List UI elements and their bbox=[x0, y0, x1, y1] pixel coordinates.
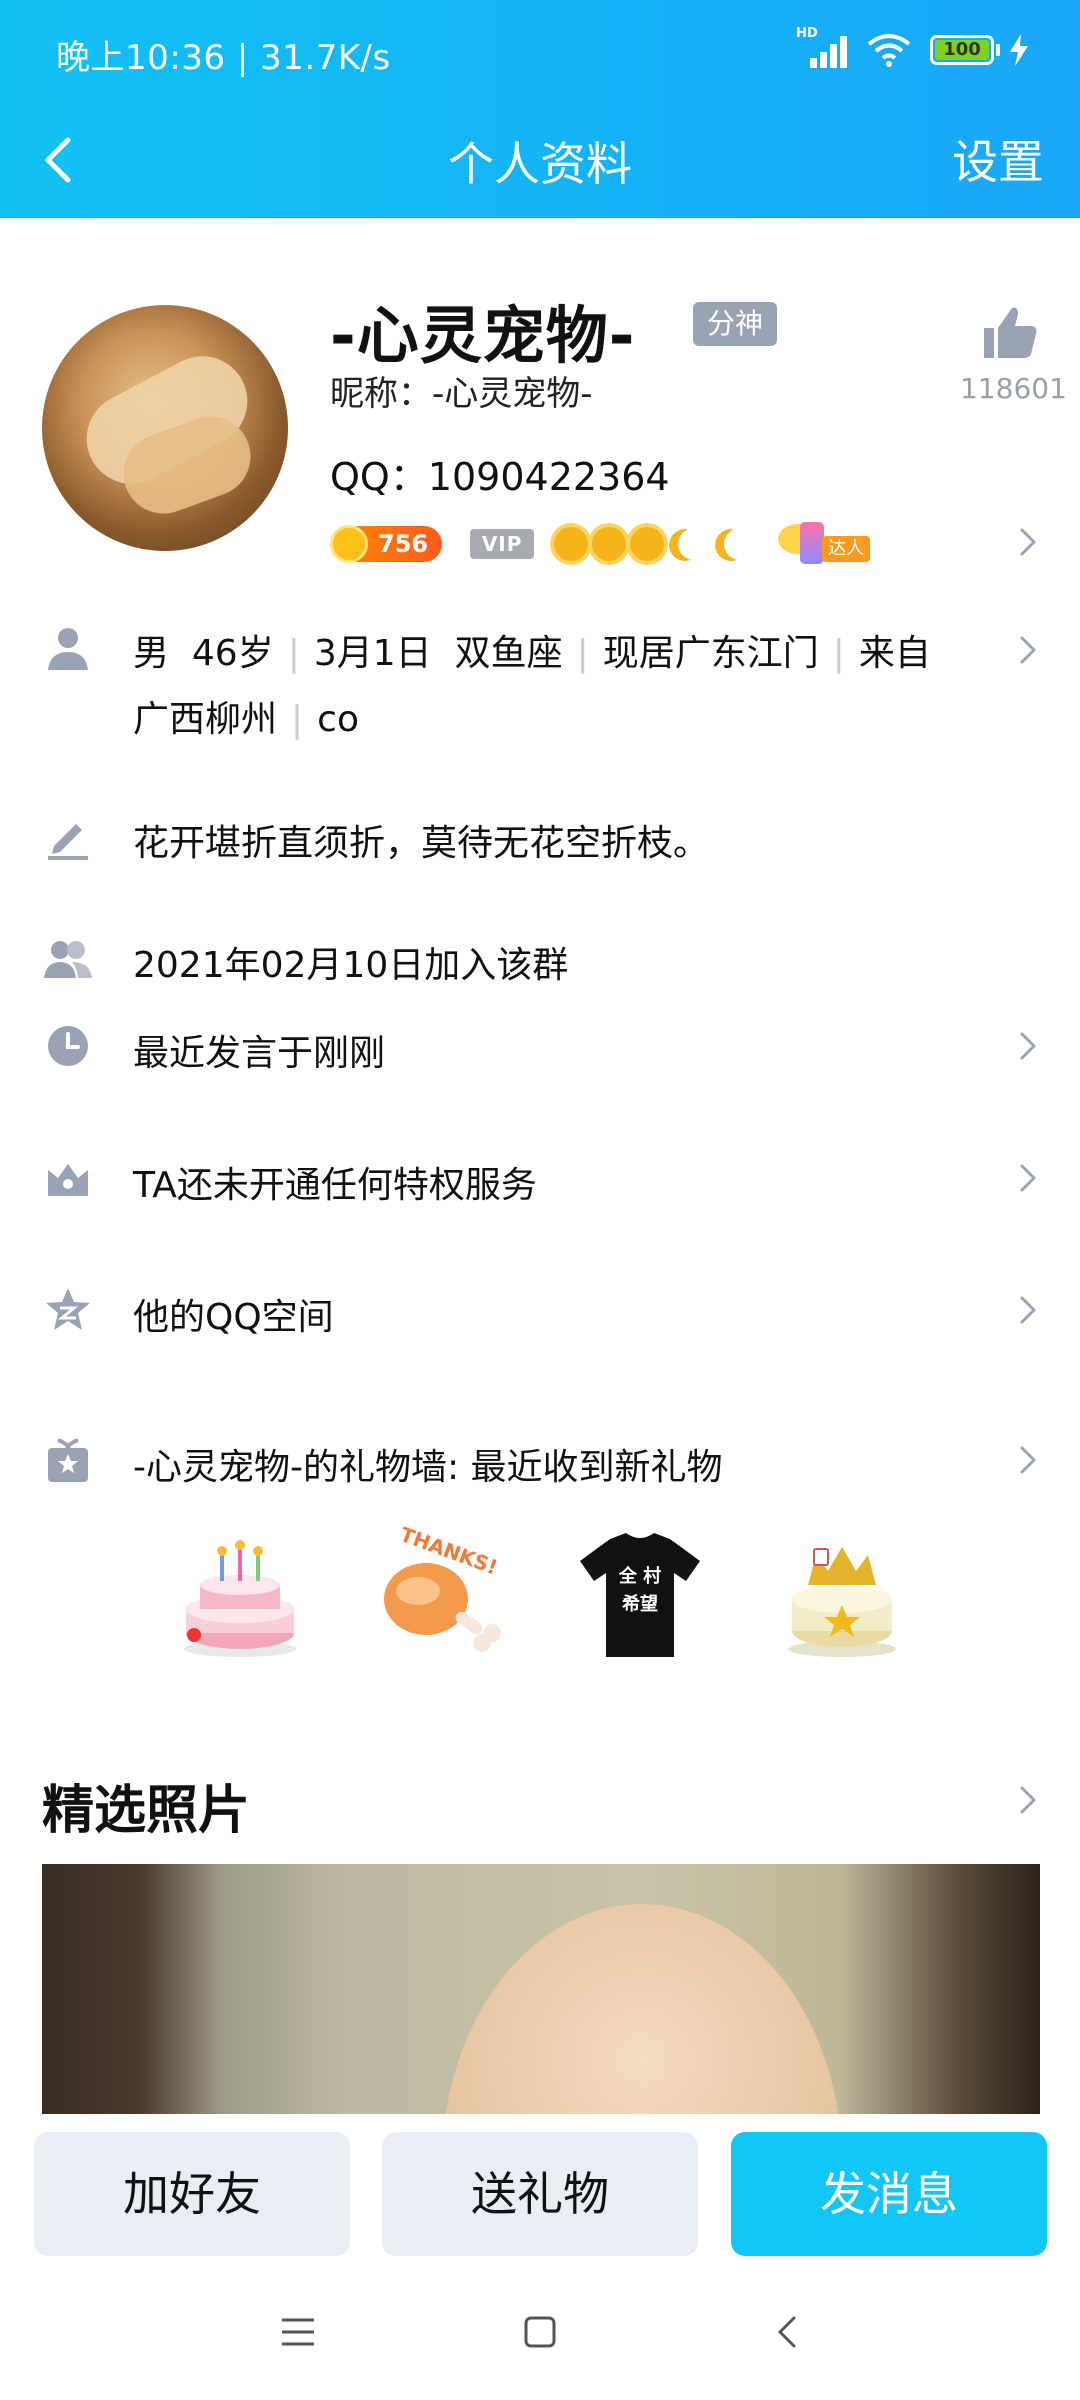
chevron-right-icon[interactable] bbox=[1014, 630, 1042, 670]
crown-icon bbox=[48, 1164, 88, 1196]
chevron-right-icon[interactable] bbox=[1014, 1290, 1042, 1330]
tshirt-gift[interactable]: 全 村 希望 bbox=[570, 1525, 710, 1665]
expert-badge: 达人 bbox=[778, 522, 874, 566]
person-icon bbox=[48, 628, 88, 670]
signature: 花开堪折直须折，莫待无花空折枝。 bbox=[133, 823, 710, 864]
send-message-button[interactable]: 发消息 bbox=[731, 2132, 1047, 2256]
chevron-right-icon[interactable] bbox=[1014, 522, 1042, 562]
sun-icon bbox=[554, 527, 589, 561]
chevron-right-icon[interactable] bbox=[1014, 1158, 1042, 1198]
badge-row[interactable]: 756 VIP 达人 bbox=[330, 522, 874, 566]
hometown-label: 来自 bbox=[858, 633, 931, 674]
qq-level-icons bbox=[554, 527, 756, 561]
home-icon[interactable] bbox=[520, 2312, 560, 2352]
battery-icon: 100 bbox=[930, 34, 1030, 66]
like-button[interactable]: 118601 bbox=[960, 300, 1067, 405]
tshirt-text-line2: 希望 bbox=[622, 1594, 658, 1615]
navbar: 个人资料 设置 bbox=[0, 104, 1080, 218]
sun-icon bbox=[592, 527, 627, 561]
vip-badge: VIP bbox=[470, 529, 535, 559]
system-navigation bbox=[0, 2270, 1080, 2400]
moon-icon bbox=[674, 523, 715, 564]
avatar[interactable] bbox=[42, 305, 288, 551]
coin-level: 756 bbox=[378, 530, 429, 558]
chevron-right-icon[interactable] bbox=[1014, 1440, 1042, 1480]
basic-info-line1: 男 46岁 | 3月1日 双鱼座 | 现居广东江门 | 来自 bbox=[133, 633, 931, 674]
birthday: 3月1日 bbox=[313, 633, 432, 674]
page-title: 个人资料 bbox=[448, 137, 632, 191]
add-friend-button[interactable]: 加好友 bbox=[34, 2132, 350, 2256]
photo-face bbox=[442, 1904, 842, 2114]
extra-info: co bbox=[317, 699, 359, 740]
profile-name: -心灵宠物- bbox=[330, 299, 636, 372]
gift-icon bbox=[48, 1438, 88, 1482]
signal-icon: HD bbox=[796, 26, 848, 68]
send-gift-button[interactable]: 送礼物 bbox=[382, 2132, 698, 2256]
moon-icon bbox=[720, 523, 761, 564]
charging-icon bbox=[1010, 34, 1028, 66]
edit-icon bbox=[48, 824, 88, 860]
settings-button[interactable]: 设置 bbox=[952, 126, 1044, 192]
group-icon bbox=[44, 941, 92, 978]
join-date: 2021年02月10日加入该群 bbox=[133, 945, 569, 986]
sun-icon bbox=[630, 527, 665, 561]
photos-section-title: 精选照片 bbox=[42, 1781, 251, 1841]
status-time: 晚上10:36 | 31.7K/s bbox=[56, 38, 391, 78]
nickname: 昵称：-心灵宠物- bbox=[330, 374, 593, 414]
birthday-cake-icon[interactable] bbox=[170, 1525, 310, 1665]
hd-badge: HD bbox=[796, 26, 818, 41]
gender: 男 bbox=[133, 633, 170, 674]
tshirt-text-line1: 全 村 bbox=[618, 1566, 662, 1587]
drumstick-icon[interactable]: THANKS! bbox=[370, 1525, 510, 1665]
chevron-right-icon[interactable] bbox=[1014, 1026, 1042, 1066]
battery-level: 100 bbox=[935, 40, 989, 60]
header: 晚上10:36 | 31.7K/s HD 100 个人资料 设置 bbox=[0, 0, 1080, 218]
zodiac: 双鱼座 bbox=[454, 633, 563, 674]
status-bar: 晚上10:36 | 31.7K/s HD 100 bbox=[0, 0, 1080, 104]
coin-icon bbox=[330, 525, 368, 563]
qzone-link[interactable]: 他的QQ空间 bbox=[133, 1288, 334, 1340]
qzone-star-icon bbox=[46, 1288, 90, 1330]
clock-icon bbox=[48, 1026, 88, 1066]
gift-wall[interactable]: -心灵宠物-的礼物墙: 最近收到新礼物 bbox=[133, 1438, 723, 1490]
basic-info-line2: 广西柳州 | co bbox=[133, 699, 359, 740]
level-coin-badge: 756 bbox=[330, 525, 443, 563]
action-bar: 加好友 送礼物 发消息 bbox=[0, 2114, 1080, 2270]
chevron-right-icon[interactable] bbox=[1014, 1780, 1042, 1820]
privilege-service[interactable]: TA还未开通任何特权服务 bbox=[133, 1156, 537, 1208]
location: 现居广东江门 bbox=[602, 633, 819, 674]
menu-icon[interactable] bbox=[278, 2312, 318, 2352]
back-icon[interactable] bbox=[768, 2312, 808, 2352]
like-count: 118601 bbox=[960, 372, 1067, 405]
featured-photo[interactable] bbox=[42, 1864, 1040, 2114]
golden-cake-icon[interactable] bbox=[772, 1525, 912, 1665]
last-speak[interactable]: 最近发言于刚刚 bbox=[133, 1024, 385, 1076]
age: 46岁 bbox=[191, 633, 274, 674]
role-tag: 分神 bbox=[693, 302, 778, 346]
qq-number: QQ：1090422364 bbox=[330, 455, 670, 499]
expert-label: 达人 bbox=[822, 536, 871, 562]
status-icons: HD 100 bbox=[796, 26, 1030, 68]
thumbs-up-icon bbox=[984, 307, 1037, 358]
hometown: 广西柳州 bbox=[133, 699, 278, 740]
wifi-icon bbox=[867, 34, 911, 67]
